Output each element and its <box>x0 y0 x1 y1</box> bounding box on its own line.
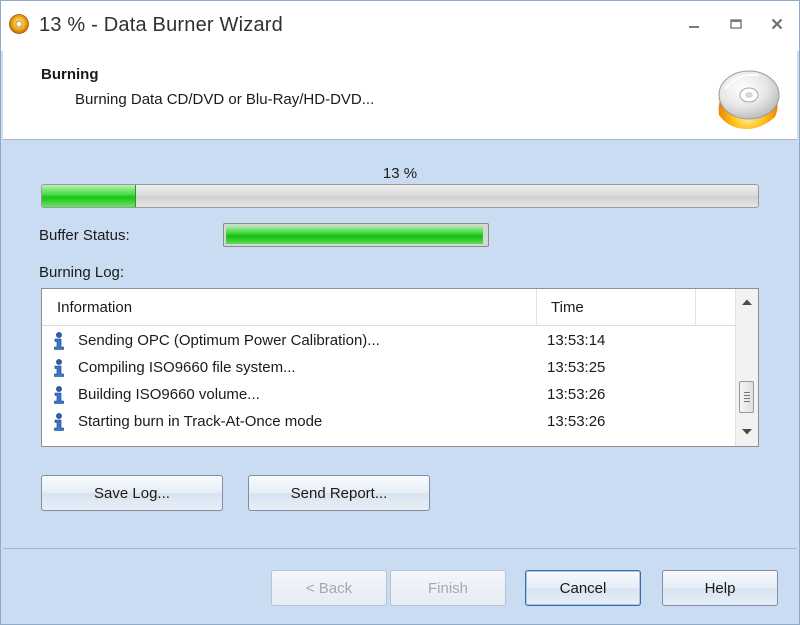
burning-log-list[interactable]: Information Time Sending OPC (Optimum Po… <box>41 288 759 447</box>
step-title: Burning <box>41 66 99 83</box>
step-subtitle: Burning Data CD/DVD or Blu-Ray/HD-DVD... <box>75 91 375 108</box>
close-icon <box>771 18 783 30</box>
column-header-information[interactable]: Information <box>57 299 132 316</box>
info-icon <box>54 413 64 431</box>
scroll-up-button[interactable] <box>736 293 758 311</box>
footer-separator <box>3 548 797 549</box>
wizard-header: Burning Burning Data CD/DVD or Blu-Ray/H… <box>3 51 797 140</box>
log-scrollbar[interactable] <box>735 289 758 446</box>
finish-button[interactable]: Finish <box>390 570 506 606</box>
grip-line <box>744 401 750 402</box>
help-button[interactable]: Help <box>662 570 778 606</box>
minimize-button[interactable] <box>682 13 706 35</box>
info-icon <box>54 386 64 404</box>
triangle-down-icon <box>742 429 752 435</box>
info-icon <box>54 359 64 377</box>
progress-percent-label: 13 % <box>382 165 418 182</box>
burning-disc-icon <box>718 70 780 129</box>
grip-line <box>744 392 750 393</box>
log-row-time: 13:53:25 <box>547 359 606 376</box>
scroll-down-button[interactable] <box>736 423 758 441</box>
triangle-up-icon <box>742 299 752 305</box>
log-row-time: 13:53:26 <box>547 386 606 403</box>
log-row[interactable]: Sending OPC (Optimum Power Calibration).… <box>42 327 735 354</box>
data-burner-wizard-window: 13 % - Data Burner Wizard Burning Burnin… <box>0 0 800 625</box>
buffer-status-bar <box>223 223 489 247</box>
buffer-status-fill <box>226 226 484 244</box>
log-header: Information Time <box>42 289 735 326</box>
info-icon <box>54 332 64 350</box>
minimize-icon <box>689 26 699 28</box>
buffer-status-label: Buffer Status: <box>39 227 130 244</box>
log-row[interactable]: Compiling ISO9660 file system... 13:53:2… <box>42 354 735 381</box>
log-row-information: Building ISO9660 volume... <box>78 386 260 403</box>
grip-line <box>744 395 750 396</box>
log-row[interactable]: Starting burn in Track-At-Once mode 13:5… <box>42 408 735 435</box>
close-button[interactable] <box>765 13 789 35</box>
burn-progress-bar <box>41 184 759 208</box>
log-row-information: Starting burn in Track-At-Once mode <box>78 413 323 430</box>
log-row[interactable]: Building ISO9660 volume... 13:53:26 <box>42 381 735 408</box>
title-bar[interactable]: 13 % - Data Burner Wizard <box>1 1 799 51</box>
cancel-button[interactable]: Cancel <box>525 570 641 606</box>
grip-line <box>744 398 750 399</box>
maximize-button[interactable] <box>724 13 748 35</box>
column-header-time[interactable]: Time <box>551 299 584 316</box>
column-divider[interactable] <box>536 289 537 325</box>
save-log-button[interactable]: Save Log... <box>41 475 223 511</box>
log-row-information: Sending OPC (Optimum Power Calibration).… <box>78 332 380 349</box>
log-row-time: 13:53:14 <box>547 332 606 349</box>
maximize-icon <box>730 19 742 29</box>
send-report-button[interactable]: Send Report... <box>248 475 430 511</box>
window-title: 13 % - Data Burner Wizard <box>39 14 283 36</box>
log-row-time: 13:53:26 <box>547 413 606 430</box>
disc-app-icon <box>9 14 29 34</box>
scroll-thumb[interactable] <box>739 381 754 413</box>
back-button[interactable]: < Back <box>271 570 387 606</box>
burning-log-label: Burning Log: <box>39 264 125 281</box>
burn-progress-fill <box>42 185 137 207</box>
log-row-information: Compiling ISO9660 file system... <box>78 359 296 376</box>
column-divider[interactable] <box>695 289 696 325</box>
